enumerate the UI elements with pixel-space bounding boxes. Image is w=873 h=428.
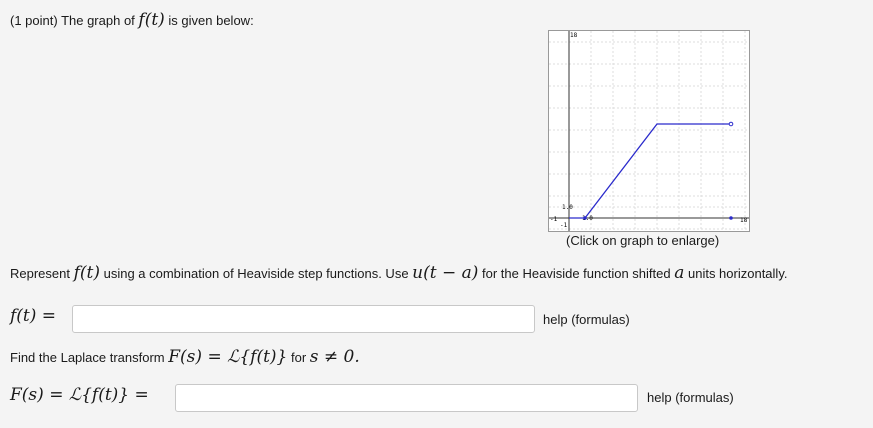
answer2-help-link[interactable]: help (formulas) [647,390,734,405]
answer1-help-link[interactable]: help (formulas) [543,312,630,327]
represent-math-ft: f(t) [73,263,100,283]
represent-math-u: u(t − a) [412,263,479,283]
open-point-top [728,121,734,127]
answer2-input[interactable] [175,384,638,412]
label-y-bottom: -1 [560,222,568,229]
header-suffix: is given below: [164,13,254,28]
point-left [583,216,587,220]
laplace-instruction: Find the Laplace transform F(s) = ℒ{f(t)… [10,347,360,367]
laplace-text-1: Find the Laplace transform [10,350,169,365]
represent-text-3: for the Heaviside function shifted [478,266,675,281]
header-prefix: (1 point) The graph of [10,13,139,28]
graph-svg: 18 1.0 1.0 18 -1 -1 [549,31,749,231]
represent-text-1: Represent [10,266,74,281]
label-x-right: 18 [740,217,748,224]
laplace-math-s: s ≠ 0. [309,347,360,367]
laplace-math-F: F(s) = ℒ{f(t)} [168,347,288,367]
grid [549,31,749,231]
represent-text-4: units horizontally. [684,266,788,281]
label-y-top: 18 [570,32,578,39]
represent-math-a: a [674,263,685,283]
graph-image[interactable]: 18 1.0 1.0 18 -1 -1 [548,30,750,232]
represent-text-2: using a combination of Heaviside step fu… [99,266,413,281]
answer2-row: F(s) = ℒ{f(t)} = [10,385,149,405]
function-curve [569,123,731,219]
problem-header: (1 point) The graph of f(t) is given bel… [10,10,254,30]
laplace-text-2: for [287,350,310,365]
answer1-input[interactable] [72,305,535,333]
header-ft: f(t) [138,10,165,30]
point-right [729,216,733,220]
graph-caption: (Click on graph to enlarge) [566,233,720,248]
answer1-label: f(t) = [10,306,57,326]
answer2-label: F(s) = ℒ{f(t)} = [10,385,149,405]
label-y-one: 1.0 [562,204,573,211]
answer1-row: f(t) = [10,306,56,326]
label-x-left: -1 [550,216,558,223]
represent-instruction: Represent f(t) using a combination of He… [10,263,787,283]
